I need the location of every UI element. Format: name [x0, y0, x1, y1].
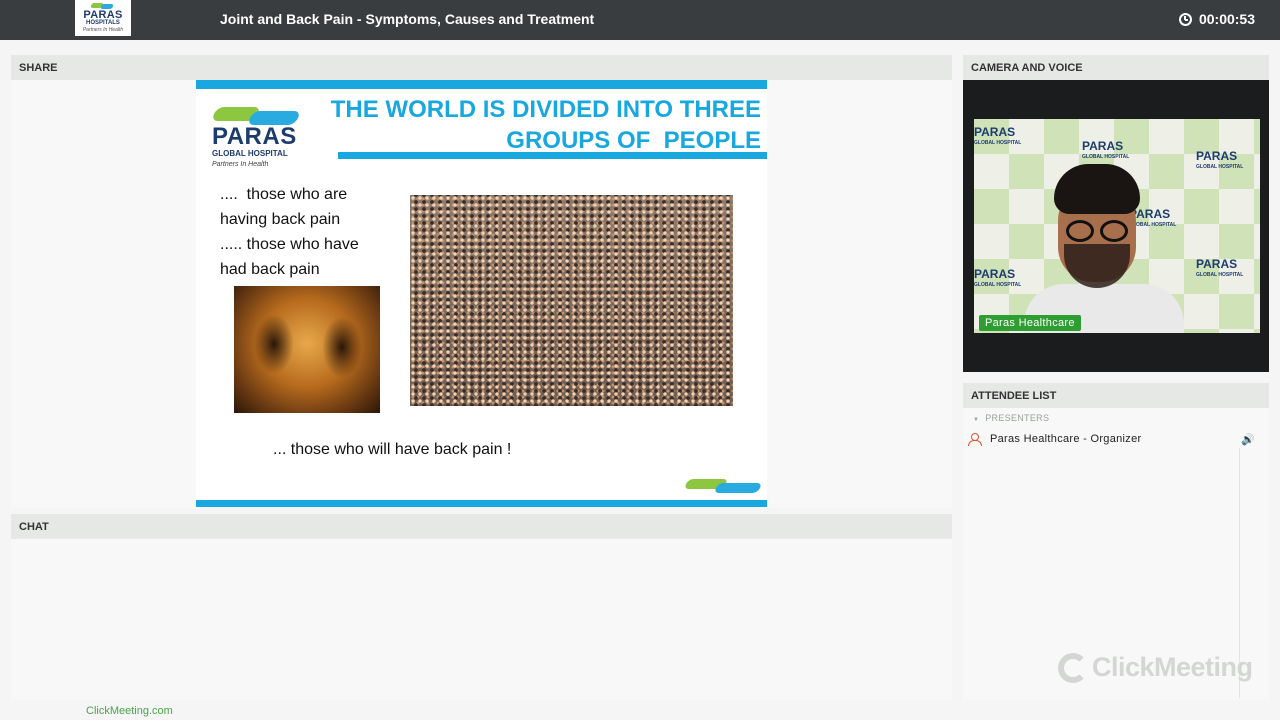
chat-label: CHAT: [19, 521, 49, 533]
presenter-figure: [1024, 164, 1184, 333]
attendee-name: Paras Healthcare - Organizer: [990, 433, 1142, 445]
caret-down-icon: ▼: [973, 417, 980, 423]
distressed-face-image: [234, 286, 380, 413]
bullet-line: having back pain: [220, 211, 341, 228]
watermark-text: ClickMeeting: [1092, 652, 1253, 682]
attendee-label: ATTENDEE LIST: [971, 390, 1057, 402]
backdrop-logo: PARAS GLOBAL HOSPITAL: [1196, 257, 1244, 278]
backdrop-logo: PARAS GLOBAL HOSPITAL: [974, 125, 1022, 146]
slide-logo-name: PARAS: [212, 123, 297, 150]
attendee-item[interactable]: Paras Healthcare - Organizer 🔊: [968, 431, 1263, 447]
logo-line1: PARAS: [83, 9, 123, 21]
clock-icon: [1178, 12, 1192, 26]
slide-logo-tagline: Partners In Health: [212, 161, 269, 168]
slide-title-line1: THE WORLD IS DIVIDED INTO THREE: [330, 96, 761, 123]
slide-logo: PARAS GLOBAL HOSPITAL Partners In Health: [210, 103, 302, 175]
user-icon: [968, 433, 982, 446]
bullet-line: ..... those who have: [220, 236, 359, 253]
crowd-image: [410, 195, 733, 406]
slide-logo-sub: GLOBAL HOSPITAL: [212, 149, 288, 158]
timer-value: 00:00:53: [1198, 11, 1255, 27]
paras-hands-icon: [683, 475, 763, 499]
camera-label: CAMERA AND VOICE: [971, 62, 1083, 74]
clickmeeting-logo-icon: [1058, 652, 1088, 683]
logo-line2: HOSPITALS: [86, 20, 120, 26]
camera-video[interactable]: PARAS GLOBAL HOSPITAL PARAS GLOBAL HOSPITA…: [974, 119, 1260, 333]
speaker-icon: 🔊: [1241, 434, 1255, 446]
bullet-line: had back pain: [220, 261, 320, 278]
chat-panel-header: CHAT: [11, 514, 952, 539]
slide-closing-text: ... those who will have back pain !: [273, 441, 512, 458]
bullet-line: .... those who are: [220, 186, 348, 203]
logo-tagline: Partners In Health: [82, 27, 124, 33]
share-label: SHARE: [19, 62, 58, 74]
slide-title: THE WORLD IS DIVIDED INTO THREE GROUPS O…: [331, 94, 761, 156]
webinar-title: Joint and Back Pain - Symptoms, Causes a…: [220, 11, 595, 27]
presentation-slide: PARAS GLOBAL HOSPITAL Partners In Health…: [196, 80, 767, 507]
clickmeeting-link[interactable]: ClickMeeting.com: [86, 705, 173, 717]
attendee-panel-header: ATTENDEE LIST: [963, 383, 1269, 408]
paras-hospitals-logo: PARAS HOSPITALS Partners In Health: [75, 0, 131, 36]
presenters-group[interactable]: ▼ PRESENTERS: [973, 413, 1049, 423]
top-bar: PARAS HOSPITALS Partners In Health Joint…: [0, 0, 1280, 40]
camera-panel-header: CAMERA AND VOICE: [963, 55, 1269, 80]
clickmeeting-watermark: ClickMeeting: [1058, 652, 1253, 683]
paras-hands-icon: [210, 103, 302, 125]
backdrop-logo: PARAS GLOBAL HOSPITAL: [1082, 139, 1130, 160]
chat-panel[interactable]: [11, 539, 952, 700]
slide-bullets: .... those who are having back pain ....…: [220, 182, 395, 282]
presenters-group-label: PRESENTERS: [985, 413, 1050, 423]
backdrop-logo: PARAS GLOBAL HOSPITAL: [974, 267, 1022, 288]
title-rule: [338, 152, 767, 159]
session-timer: 00:00:53: [1178, 11, 1255, 27]
share-panel-header: SHARE: [11, 55, 952, 80]
presenter-name-tag: Paras Healthcare: [979, 315, 1081, 331]
paras-hands-icon: [89, 3, 117, 9]
backdrop-logo: PARAS GLOBAL HOSPITAL: [1196, 149, 1244, 170]
